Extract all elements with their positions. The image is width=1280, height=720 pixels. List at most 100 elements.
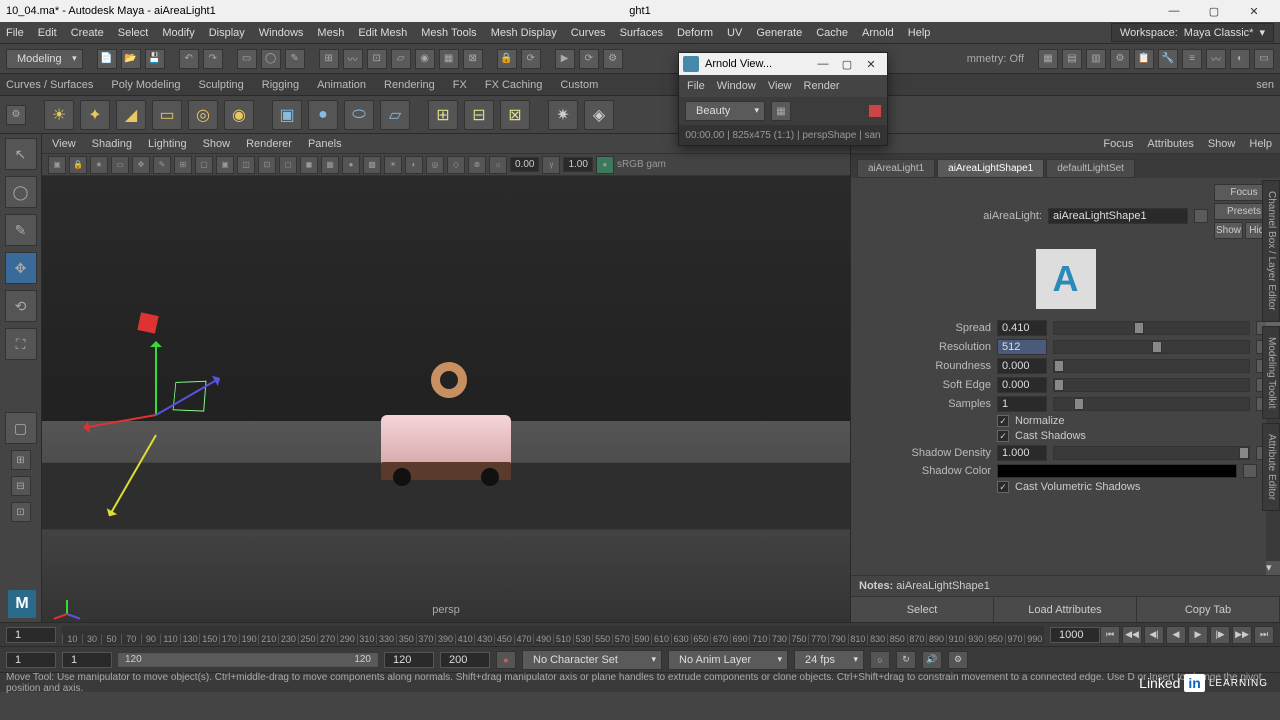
- menu-uv[interactable]: UV: [727, 27, 742, 39]
- prefs-icon[interactable]: ⚙: [948, 651, 968, 669]
- outliner-icon[interactable]: ≡: [1182, 49, 1202, 69]
- vp-xray-joints-icon[interactable]: ⊗: [468, 156, 486, 174]
- ae-node-name-field[interactable]: [1048, 208, 1188, 224]
- roundness-slider[interactable]: [1053, 359, 1250, 373]
- vp-shadows-icon[interactable]: ◐: [405, 156, 423, 174]
- shelf-tab-render[interactable]: Rendering: [384, 79, 435, 91]
- render-view-icon[interactable]: ▭: [1254, 49, 1274, 69]
- vp-wireframe-icon[interactable]: ▦: [321, 156, 339, 174]
- soft-edge-slider[interactable]: [1053, 378, 1250, 392]
- menu-mesh-tools[interactable]: Mesh Tools: [421, 27, 476, 39]
- arnold-minimize-icon[interactable]: —: [811, 54, 835, 74]
- arnold-stop-icon[interactable]: [869, 105, 881, 117]
- arnold-menu-file[interactable]: File: [687, 80, 705, 92]
- play-back-icon[interactable]: ◀: [1166, 626, 1186, 644]
- poly-cube-icon[interactable]: ▣: [272, 100, 302, 130]
- render-settings-icon[interactable]: ⚙: [603, 49, 623, 69]
- hypershade-icon[interactable]: ◐: [1230, 49, 1250, 69]
- menu-mesh[interactable]: Mesh: [317, 27, 344, 39]
- render-icon[interactable]: ▶: [555, 49, 575, 69]
- menu-display[interactable]: Display: [209, 27, 245, 39]
- shelf-tab-poly[interactable]: Poly Modeling: [111, 79, 180, 91]
- audio-icon[interactable]: 🔊: [922, 651, 942, 669]
- vp-lock-camera-icon[interactable]: 🔒: [69, 156, 87, 174]
- normalize-checkbox[interactable]: ✓: [997, 415, 1009, 427]
- go-end-icon[interactable]: ⏭: [1254, 626, 1274, 644]
- side-tab-attribute-editor[interactable]: Attribute Editor: [1262, 423, 1280, 511]
- roundness-field[interactable]: [997, 358, 1047, 374]
- light-break-icon[interactable]: ⊠: [500, 100, 530, 130]
- close-button[interactable]: ✕: [1234, 0, 1274, 22]
- shadow-density-slider[interactable]: [1053, 446, 1250, 460]
- undo-icon[interactable]: ↶: [179, 49, 199, 69]
- vp-2d-pan-icon[interactable]: ✥: [132, 156, 150, 174]
- cast-shadows-checkbox[interactable]: ✓: [997, 430, 1009, 442]
- fps-dropdown[interactable]: 24 fps: [794, 650, 864, 670]
- ae-menu-attributes[interactable]: Attributes: [1147, 138, 1193, 150]
- range-end-field[interactable]: [440, 652, 490, 668]
- arnold-close-icon[interactable]: ✕: [859, 54, 883, 74]
- menu-windows[interactable]: Windows: [259, 27, 304, 39]
- vp-bookmark-icon[interactable]: ★: [90, 156, 108, 174]
- new-scene-icon[interactable]: 📄: [97, 49, 117, 69]
- go-start-icon[interactable]: ⏮: [1100, 626, 1120, 644]
- maximize-button[interactable]: ▢: [1194, 0, 1234, 22]
- arnold-menu-window[interactable]: Window: [717, 80, 756, 92]
- select-button[interactable]: Select: [851, 597, 994, 622]
- vp-safe-action-icon[interactable]: ◻: [279, 156, 297, 174]
- key-icon[interactable]: ●: [496, 651, 516, 669]
- minimize-button[interactable]: —: [1154, 0, 1194, 22]
- light-editor-icon[interactable]: ⊞: [428, 100, 458, 130]
- anim-layer-dropdown[interactable]: No Anim Layer: [668, 650, 788, 670]
- vp-exposure-icon[interactable]: ☼: [489, 156, 507, 174]
- history-icon[interactable]: ⟳: [521, 49, 541, 69]
- panel-layout-icon[interactable]: ▤: [1062, 49, 1082, 69]
- move-tool-icon[interactable]: ✥: [5, 252, 37, 284]
- copy-tab-button[interactable]: Copy Tab: [1137, 597, 1280, 622]
- vp-menu-view[interactable]: View: [52, 138, 76, 150]
- shelf-tab-anim[interactable]: Animation: [317, 79, 366, 91]
- ae-menu-show[interactable]: Show: [1208, 138, 1236, 150]
- vp-menu-renderer[interactable]: Renderer: [246, 138, 292, 150]
- resolution-slider[interactable]: [1053, 340, 1250, 354]
- menu-mesh-display[interactable]: Mesh Display: [491, 27, 557, 39]
- poly-sphere-icon[interactable]: ●: [308, 100, 338, 130]
- shadow-density-field[interactable]: [997, 445, 1047, 461]
- side-tab-channelbox[interactable]: Channel Box / Layer Editor: [1262, 180, 1280, 322]
- attribute-editor-icon[interactable]: 📋: [1134, 49, 1154, 69]
- lasso-tool-icon[interactable]: ◯: [5, 176, 37, 208]
- start-frame-field[interactable]: [6, 627, 56, 643]
- vp-menu-lighting[interactable]: Lighting: [148, 138, 187, 150]
- snap-plane-icon[interactable]: ▱: [391, 49, 411, 69]
- graph-editor-icon[interactable]: 〰: [1206, 49, 1226, 69]
- spread-field[interactable]: [997, 320, 1047, 336]
- vp-safe-title-icon[interactable]: ◼: [300, 156, 318, 174]
- next-key-icon[interactable]: |▶: [1210, 626, 1230, 644]
- shelf-gear-icon[interactable]: ⚙: [6, 105, 26, 125]
- poly-plane-icon[interactable]: ▱: [380, 100, 410, 130]
- vp-select-camera-icon[interactable]: ▣: [48, 156, 66, 174]
- samples-slider[interactable]: [1053, 397, 1250, 411]
- vp-image-plane-icon[interactable]: ▭: [111, 156, 129, 174]
- menu-help[interactable]: Help: [908, 27, 931, 39]
- snap-toggle-icon[interactable]: ⊠: [463, 49, 483, 69]
- lasso-select-icon[interactable]: ◯: [261, 49, 281, 69]
- point-light-icon[interactable]: ✦: [80, 100, 110, 130]
- menu-generate[interactable]: Generate: [756, 27, 802, 39]
- shelf-tab-rigging[interactable]: Rigging: [262, 79, 299, 91]
- spread-slider[interactable]: [1053, 321, 1250, 335]
- shadow-color-map-icon[interactable]: [1243, 464, 1257, 478]
- poly-cylinder-icon[interactable]: ⬭: [344, 100, 374, 130]
- snap-curve-icon[interactable]: 〰: [343, 49, 363, 69]
- ambient-light-icon[interactable]: ◉: [224, 100, 254, 130]
- input-output-icon[interactable]: [1194, 209, 1208, 223]
- arnold-renderview-window[interactable]: Arnold View... — ▢ ✕ File Window View Re…: [678, 52, 888, 146]
- vp-xray-icon[interactable]: ◇: [447, 156, 465, 174]
- layout-four-icon[interactable]: ⊞: [11, 450, 31, 470]
- range-playback-start-field[interactable]: [62, 652, 112, 668]
- character-set-dropdown[interactable]: No Character Set: [522, 650, 662, 670]
- soft-edge-field[interactable]: [997, 377, 1047, 393]
- range-start-field[interactable]: [6, 652, 56, 668]
- cast-volumetric-checkbox[interactable]: ✓: [997, 481, 1009, 493]
- menu-surfaces[interactable]: Surfaces: [620, 27, 663, 39]
